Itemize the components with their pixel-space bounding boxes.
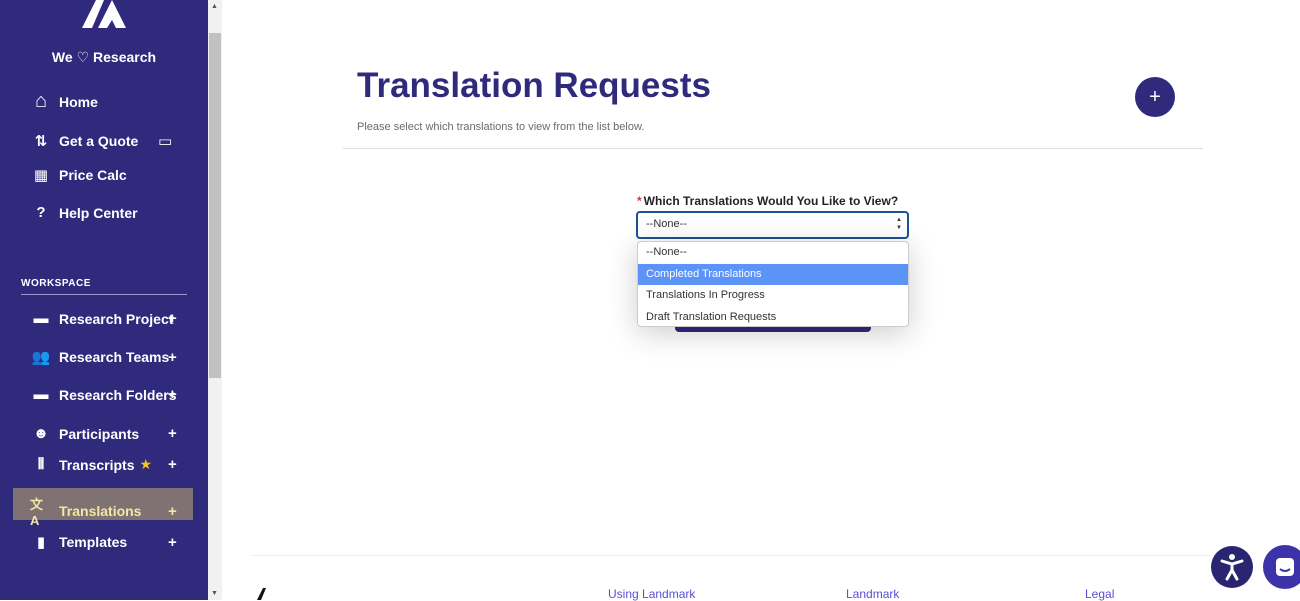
sidebar-item-label: Help Center: [59, 204, 138, 221]
add-research-team-button[interactable]: +: [168, 349, 177, 366]
sidebar-item-translations[interactable]: 文A Translations +: [30, 494, 177, 528]
sidebar-item-label: Participants: [59, 425, 140, 442]
waveform-icon: ⫴: [37, 456, 45, 473]
people-group-icon: ☻: [33, 425, 49, 442]
sidebar-item-label: Price Calc: [59, 167, 127, 183]
option-translations-in-progress[interactable]: Translations In Progress: [638, 285, 908, 307]
footer-divider: [251, 555, 1211, 556]
divider: [21, 294, 187, 295]
required-mark: *: [637, 194, 642, 208]
landmark-logo[interactable]: [80, 0, 128, 28]
sidebar-item-label: Research Teams: [59, 349, 170, 365]
field-label: * Which Translations Would You Like to Vi…: [637, 194, 898, 208]
sidebar: We ♡ Research ⌂ Home ⇅ Get a Quote ▭ ▦ Price…: [0, 0, 208, 600]
calculator-icon: ▦: [33, 167, 49, 184]
option-draft-translation-requests[interactable]: Draft Translation Requests: [638, 307, 908, 327]
sidebar-item-label: Translations: [59, 503, 142, 519]
translate-icon: 文A: [30, 497, 44, 528]
add-research-folder-button[interactable]: +: [168, 386, 177, 403]
file-icon: ▮: [36, 534, 46, 551]
option-none[interactable]: --None--: [638, 242, 908, 264]
add-template-button[interactable]: +: [168, 534, 177, 551]
tagline: We ♡ Research: [0, 49, 208, 66]
sidebar-item-price-calc[interactable]: ▦ Price Calc: [30, 166, 127, 184]
sidebar-item-transcripts[interactable]: ⫴ Transcripts ★ +: [30, 456, 177, 473]
footer-link-using-landmark[interactable]: Using Landmark: [608, 587, 695, 601]
sidebar-item-label: Home: [59, 93, 98, 110]
sidebar-item-label: Get a Quote: [59, 133, 139, 149]
scrollbar-thumb[interactable]: [209, 33, 221, 378]
sidebar-item-templates[interactable]: ▮ Templates +: [30, 533, 177, 552]
question-icon: ?: [36, 204, 46, 221]
tagline-we: We: [51, 49, 73, 65]
divider: [343, 148, 1203, 149]
accessibility-button[interactable]: [1211, 546, 1253, 588]
home-icon: ⌂: [34, 90, 48, 112]
sidebar-item-label: Templates: [59, 534, 128, 550]
sidebar-item-research-project[interactable]: ▬ Research Project +: [30, 310, 177, 327]
sidebar-item-research-teams[interactable]: 👥 Research Teams +: [30, 348, 177, 367]
page-title: Translation Requests: [357, 66, 711, 105]
drive-icon: ▬: [33, 310, 49, 327]
add-translation-button[interactable]: +: [168, 503, 177, 520]
chat-button[interactable]: [1263, 545, 1300, 589]
workspace-heading: WORKSPACE: [21, 278, 91, 289]
add-translation-request-button[interactable]: +: [1135, 77, 1175, 117]
option-completed-translations[interactable]: Completed Translations: [638, 263, 908, 285]
add-research-project-button[interactable]: +: [168, 310, 177, 327]
sliders-icon: ⇅: [34, 133, 48, 150]
select-dropdown: --None-- Completed Translations Translat…: [637, 241, 909, 327]
add-transcript-button[interactable]: +: [168, 456, 177, 473]
folder-icon: ▬: [33, 386, 49, 403]
tagline-research: Research: [93, 49, 157, 65]
field-label-text: Which Translations Would You Like to Vie…: [643, 194, 899, 208]
footer-logo[interactable]: [256, 588, 272, 600]
sidebar-item-label: Transcripts: [59, 456, 135, 473]
sidebar-item-participants[interactable]: ☻ Participants +: [30, 425, 177, 442]
sidebar-item-get-a-quote[interactable]: ⇅ Get a Quote ▭: [30, 132, 172, 150]
add-participant-button[interactable]: +: [168, 425, 177, 442]
sidebar-item-help-center[interactable]: ? Help Center: [30, 204, 138, 221]
sort-arrows-icon: ▲ ▼: [896, 217, 902, 231]
sidebar-item-home[interactable]: ⌂ Home: [30, 90, 98, 113]
translations-select[interactable]: --None-- ▲ ▼: [636, 211, 909, 239]
sidebar-item-label: Research Folders: [59, 386, 177, 403]
scroll-down-icon[interactable]: ▼: [211, 590, 218, 597]
scroll-up-icon[interactable]: ▲: [211, 3, 218, 10]
footer-link-landmark[interactable]: Landmark: [846, 587, 899, 601]
accessibility-icon: [1220, 554, 1244, 581]
users-icon: 👥: [31, 349, 51, 366]
star-icon: ★: [139, 456, 153, 472]
sidebar-item-label: Research Project: [59, 310, 174, 327]
footer-link-legal[interactable]: Legal: [1085, 587, 1114, 601]
sidebar-scrollbar[interactable]: ▲ ▼: [208, 0, 222, 600]
select-value: --None--: [646, 218, 687, 230]
chat-icon: [1276, 558, 1294, 576]
sidebar-item-research-folders[interactable]: ▬ Research Folders +: [30, 386, 177, 403]
page-subtitle: Please select which translations to view…: [357, 121, 645, 133]
heart-icon: ♡: [76, 49, 90, 65]
inbox-icon[interactable]: ▭: [158, 132, 172, 150]
